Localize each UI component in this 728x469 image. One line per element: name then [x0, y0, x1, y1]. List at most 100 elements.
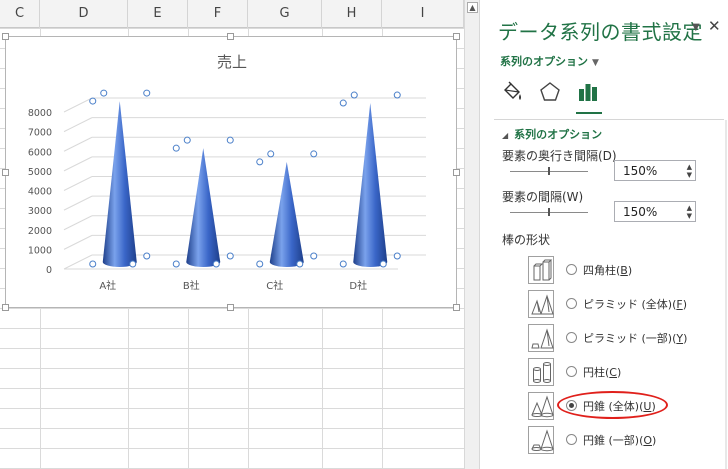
- spin-up-icon[interactable]: ▲: [687, 163, 692, 171]
- pane-scrollbar[interactable]: [725, 120, 727, 469]
- y-tick-label: 4000: [28, 187, 52, 198]
- gap-width-spinner[interactable]: 150% ▲ ▼: [614, 201, 696, 222]
- box-shape-icon: [528, 256, 554, 284]
- chart-resize-handle-top-left[interactable]: [2, 33, 9, 40]
- row-gridline: [0, 328, 464, 329]
- chart-resize-handle-bottom-left[interactable]: [2, 304, 9, 311]
- chart-title: 売上: [217, 53, 247, 71]
- scroll-up-arrow-icon[interactable]: ▲: [467, 2, 478, 13]
- shape-option-pyramid-partial[interactable]: ピラミッド (一部)(Y): [528, 324, 718, 352]
- selection-handle: [143, 252, 151, 260]
- column-header-i[interactable]: I: [382, 0, 464, 28]
- spin-down-icon[interactable]: ▼: [687, 171, 692, 179]
- shape-option-label[interactable]: ピラミッド (一部)(Y): [583, 330, 687, 346]
- column-header-g[interactable]: G: [248, 0, 322, 28]
- gap-depth-slider-thumb[interactable]: [548, 167, 550, 175]
- y-tick-label: 2000: [28, 226, 52, 237]
- selection-handle: [393, 252, 401, 260]
- shape-option-pyramid-full[interactable]: ピラミッド (全体)(F): [528, 290, 718, 318]
- y-tick-label: 1000: [28, 245, 52, 256]
- gridline: [63, 234, 93, 250]
- shape-option-label[interactable]: 円柱(C): [583, 364, 621, 380]
- gap-width-slider-thumb[interactable]: [548, 208, 550, 216]
- gap-depth-value[interactable]: 150%: [623, 164, 657, 178]
- shape-option-label[interactable]: 四角柱(B): [583, 262, 632, 278]
- vertical-scrollbar[interactable]: ▲: [464, 0, 480, 469]
- cylinder-icon: [528, 358, 554, 386]
- chart-area[interactable]: 売上 0 1000 2000 3000 4000 5000 6000 7000 8000 A社 B社 C…: [5, 36, 457, 308]
- column-header-d[interactable]: D: [40, 0, 128, 28]
- shape-option-box[interactable]: 四角柱(B): [528, 256, 718, 284]
- row-gridline: [0, 348, 464, 349]
- x-category-label: C社: [266, 279, 283, 292]
- format-data-series-pane: データ系列の書式設定 ▼ ✕ 系列のオプション ▼ ◢ 系列のオプション 要素の奥行…: [480, 0, 728, 469]
- gridline: [63, 176, 93, 191]
- cone-body: [353, 103, 388, 267]
- divider: [494, 119, 724, 120]
- cone-bar: [186, 148, 221, 267]
- chart-resize-handle-left[interactable]: [2, 169, 9, 176]
- selection-handle: [172, 260, 180, 268]
- cone-partial-icon: [528, 426, 554, 454]
- cone-bar: [269, 161, 304, 267]
- tab-effects[interactable]: [538, 80, 562, 108]
- series-options-menu[interactable]: 系列のオプション ▼: [500, 53, 599, 69]
- series-options-menu-label: 系列のオプション: [500, 55, 588, 68]
- spin-up-icon[interactable]: ▲: [687, 204, 692, 212]
- cone-bar: [353, 103, 388, 267]
- chart-resize-handle-bottom[interactable]: [227, 304, 234, 311]
- column-header-c[interactable]: C: [0, 0, 40, 28]
- radio-cylinder[interactable]: [566, 366, 577, 377]
- shape-option-cone-partial[interactable]: 円錐 (一部)(O): [528, 426, 718, 454]
- chart-resize-handle-top[interactable]: [227, 33, 234, 40]
- pyramid-partial-icon: [528, 324, 554, 352]
- gap-width-label: 要素の間隔(W): [502, 190, 584, 204]
- selection-handle: [89, 260, 97, 268]
- radio-pyramid-partial[interactable]: [566, 332, 577, 343]
- selection-handle: [339, 99, 347, 107]
- selection-handle: [379, 260, 387, 268]
- gap-depth-spinner[interactable]: 150% ▲ ▼: [614, 160, 696, 181]
- column-header-e[interactable]: E: [128, 0, 188, 28]
- shape-option-cylinder[interactable]: 円柱(C): [528, 358, 718, 386]
- section-header-label: 系列のオプション: [514, 128, 603, 141]
- tab-fill-line[interactable]: [500, 80, 524, 108]
- gap-width-value[interactable]: 150%: [623, 205, 657, 219]
- column-header-h[interactable]: H: [322, 0, 382, 28]
- column-header-f[interactable]: F: [188, 0, 248, 28]
- shape-option-label[interactable]: 円錐 (一部)(O): [583, 432, 656, 448]
- pyramid-full-icon: [528, 290, 554, 318]
- section-header-series-options[interactable]: ◢ 系列のオプション: [502, 126, 602, 142]
- row-gridline: [0, 448, 464, 449]
- cone-bar: [102, 101, 137, 267]
- y-tick-label: 0: [46, 265, 52, 276]
- gridline: [63, 254, 93, 270]
- radio-cone-partial[interactable]: [566, 434, 577, 445]
- chart-resize-handle-top-right[interactable]: [453, 33, 460, 40]
- y-tick-label: 7000: [28, 128, 52, 139]
- x-category-label: D社: [349, 279, 367, 292]
- row-gridline: [0, 428, 464, 429]
- selection-handle: [310, 150, 318, 158]
- gridline: [63, 215, 93, 231]
- radio-pyramid-full[interactable]: [566, 298, 577, 309]
- cone-chart[interactable]: 売上 0 1000 2000 3000 4000 5000 6000 7000 8000 A社 B社 C…: [6, 37, 458, 309]
- spin-down-icon[interactable]: ▼: [687, 212, 692, 220]
- y-tick-label: 8000: [28, 108, 52, 119]
- row-gridline: [0, 28, 464, 29]
- chart-resize-handle-bottom-right[interactable]: [453, 304, 460, 311]
- cone-full-icon: [528, 392, 554, 420]
- shape-option-label[interactable]: ピラミッド (全体)(F): [583, 296, 687, 312]
- dropdown-arrow-icon[interactable]: ▼: [692, 22, 700, 33]
- collapse-triangle-icon: ◢: [502, 131, 509, 140]
- gridline: [63, 117, 93, 133]
- selection-handle: [100, 89, 108, 97]
- selection-handle: [226, 252, 234, 260]
- close-icon[interactable]: ✕: [708, 17, 721, 35]
- radio-box[interactable]: [566, 264, 577, 275]
- selection-handle: [172, 144, 180, 152]
- selection-handle: [89, 97, 97, 105]
- tab-series-options[interactable]: [576, 80, 600, 108]
- chart-resize-handle-right[interactable]: [453, 169, 460, 176]
- selection-handle: [296, 260, 304, 268]
